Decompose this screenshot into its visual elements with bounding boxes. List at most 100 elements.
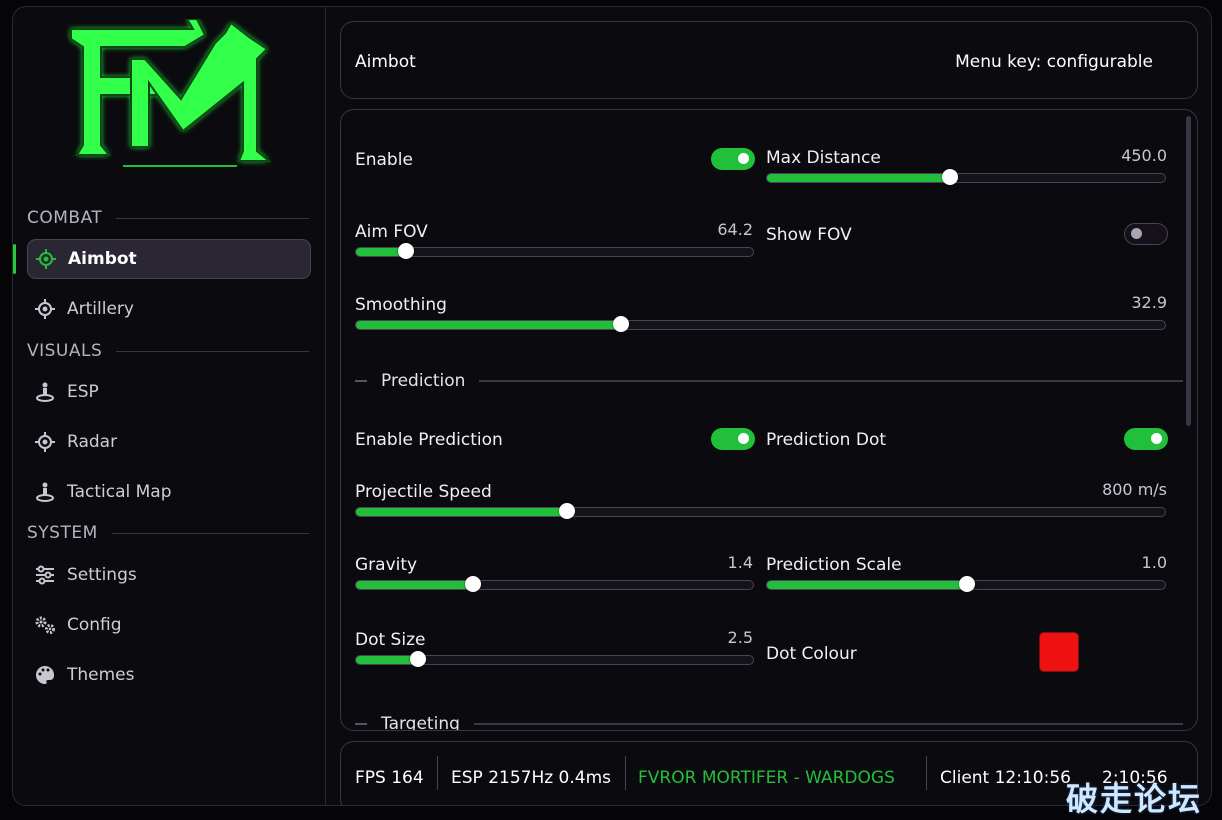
- app-window: COMBAT Aimbot Artillery VISUALS ESP Rada…: [12, 6, 1212, 806]
- aim-fov-value: 64.2: [717, 220, 753, 239]
- section-title: SYSTEM: [27, 523, 98, 543]
- dot-colour-swatch[interactable]: [1039, 632, 1079, 672]
- toggle-knob: [1131, 228, 1142, 239]
- section-system: SYSTEM: [27, 522, 309, 544]
- slider-fill: [356, 508, 568, 516]
- status-separator: [926, 756, 927, 790]
- slider-thumb[interactable]: [397, 243, 414, 259]
- slider-thumb[interactable]: [942, 169, 959, 185]
- sidebar-item-settings[interactable]: Settings: [27, 555, 309, 595]
- sidebar-item-label: ESP: [67, 382, 99, 402]
- prediction-scale-slider[interactable]: [766, 576, 1166, 592]
- smoothing-label: Smoothing: [355, 295, 447, 315]
- dot-size-slider[interactable]: [355, 651, 754, 667]
- section-divider: [116, 217, 309, 219]
- divider-line: [479, 380, 1183, 382]
- status-separator: [437, 756, 438, 790]
- slider-fill: [356, 656, 418, 664]
- slider-thumb[interactable]: [559, 503, 576, 519]
- settings-panel: Enable Max Distance 450.0 Aim FOV 64.2 S…: [340, 109, 1198, 731]
- projectile-speed-value: 800 m/s: [1102, 480, 1167, 499]
- sidebar-item-config[interactable]: Config: [27, 605, 309, 645]
- client-time: Client 12:10:56: [940, 768, 1071, 788]
- sidebar-item-label: Aimbot: [68, 249, 137, 269]
- slider-thumb[interactable]: [613, 316, 630, 332]
- palette-icon: [34, 664, 56, 686]
- fm-logo: [70, 19, 272, 167]
- prediction-section-divider: Prediction: [355, 370, 1183, 392]
- divider-line: [473, 723, 1183, 725]
- slider-thumb[interactable]: [959, 576, 976, 592]
- slider-fill: [767, 174, 951, 182]
- crosshair-icon: [34, 298, 56, 320]
- prediction-scale-value: 1.0: [1141, 553, 1167, 572]
- dot-size-value: 2.5: [727, 628, 753, 647]
- gravity-label: Gravity: [355, 555, 418, 575]
- gears-icon: [34, 614, 56, 636]
- divider-dash: [355, 723, 367, 725]
- enable-prediction-label: Enable Prediction: [355, 430, 503, 450]
- fps-readout: FPS 164: [355, 768, 424, 788]
- projectile-speed-slider[interactable]: [355, 503, 1166, 519]
- aim-fov-label: Aim FOV: [355, 222, 428, 242]
- enable-label: Enable: [355, 150, 413, 170]
- prediction-scale-label: Prediction Scale: [766, 555, 902, 575]
- show-fov-label: Show FOV: [766, 225, 852, 245]
- max-distance-value: 450.0: [1121, 146, 1167, 165]
- section-title: COMBAT: [27, 208, 103, 228]
- sidebar-item-label: Tactical Map: [67, 482, 172, 502]
- sidebar-item-tactical-map[interactable]: Tactical Map: [27, 472, 309, 512]
- section-title: Prediction: [381, 371, 466, 391]
- prediction-dot-toggle[interactable]: [1124, 428, 1168, 450]
- dot-colour-label: Dot Colour: [766, 644, 857, 664]
- active-indicator: [13, 244, 16, 274]
- sidebar-item-label: Radar: [67, 432, 118, 452]
- section-title: Targeting: [381, 714, 460, 731]
- menu-key-label: Menu key: configurable: [955, 52, 1153, 72]
- toggle-knob: [1151, 433, 1162, 444]
- targeting-section-divider: Targeting: [355, 713, 1183, 731]
- section-title: VISUALS: [27, 341, 103, 361]
- sidebar-item-aimbot[interactable]: Aimbot: [27, 239, 311, 279]
- slider-fill: [767, 581, 968, 589]
- gravity-slider[interactable]: [355, 576, 754, 592]
- sidebar-item-artillery[interactable]: Artillery: [27, 289, 309, 329]
- slider-fill: [356, 321, 622, 329]
- prediction-dot-label: Prediction Dot: [766, 430, 887, 450]
- section-visuals: VISUALS: [27, 340, 309, 362]
- smoothing-value: 32.9: [1131, 293, 1167, 312]
- sidebar-item-label: Artillery: [67, 299, 134, 319]
- scrollbar[interactable]: [1186, 116, 1191, 426]
- sidebar-item-themes[interactable]: Themes: [27, 655, 309, 695]
- slider-thumb[interactable]: [409, 651, 426, 667]
- slider-thumb[interactable]: [464, 576, 481, 592]
- sidebar-item-esp[interactable]: ESP: [27, 372, 309, 412]
- dot-size-label: Dot Size: [355, 630, 426, 650]
- smoothing-slider[interactable]: [355, 316, 1166, 332]
- crosshair-icon: [34, 431, 56, 453]
- projectile-speed-label: Projectile Speed: [355, 482, 492, 502]
- sidebar-item-label: Settings: [67, 565, 137, 585]
- max-distance-label: Max Distance: [766, 148, 881, 168]
- section-combat: COMBAT: [27, 207, 309, 229]
- enable-prediction-toggle[interactable]: [711, 428, 755, 450]
- person-icon: [34, 481, 56, 503]
- toggle-knob: [738, 153, 749, 164]
- show-fov-toggle[interactable]: [1124, 223, 1168, 245]
- user-name: FVROR MORTIFER - WARDOGS: [638, 768, 895, 788]
- person-icon: [34, 381, 56, 403]
- status-separator: [625, 756, 626, 790]
- section-divider: [111, 532, 309, 534]
- sidebar-item-radar[interactable]: Radar: [27, 422, 309, 462]
- section-divider: [116, 350, 309, 352]
- sidebar: COMBAT Aimbot Artillery VISUALS ESP Rada…: [13, 7, 326, 805]
- watermark: 破走论坛: [1066, 780, 1203, 818]
- max-distance-slider[interactable]: [766, 169, 1166, 185]
- crosshair-icon: [35, 248, 57, 270]
- page-title: Aimbot: [355, 52, 416, 72]
- enable-toggle[interactable]: [711, 148, 755, 170]
- sidebar-item-label: Themes: [67, 665, 135, 685]
- esp-readout: ESP 2157Hz 0.4ms: [451, 768, 612, 788]
- header-panel: Aimbot Menu key: configurable: [340, 21, 1198, 99]
- aim-fov-slider[interactable]: [355, 243, 754, 259]
